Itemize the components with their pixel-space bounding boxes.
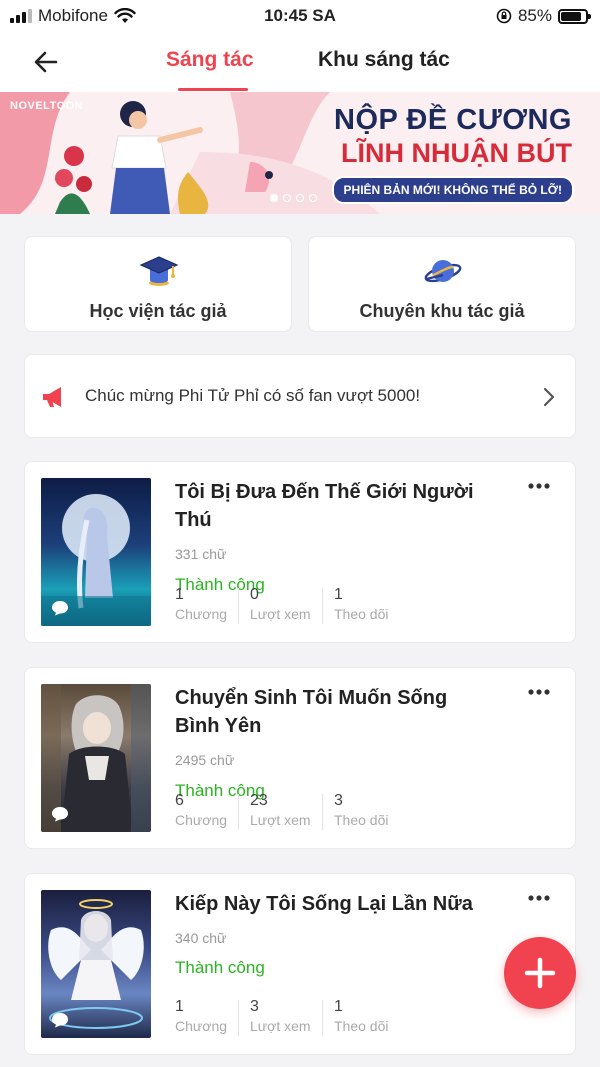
top-nav: Sáng tác Khu sáng tác bbox=[0, 32, 600, 92]
stat-followers: 3 Theo dõi bbox=[334, 792, 414, 828]
stat-value: 0 bbox=[250, 586, 259, 603]
plus-icon bbox=[524, 957, 556, 989]
planet-icon bbox=[424, 260, 462, 283]
book-title: Kiếp Này Tôi Sống Lại Lần Nữa bbox=[175, 893, 473, 915]
stat-label: Lượt xem bbox=[250, 1018, 311, 1034]
stat-views: 0 Lượt xem bbox=[250, 586, 330, 622]
book-cover bbox=[41, 684, 151, 832]
stat-divider bbox=[238, 1000, 239, 1036]
stat-followers: 1 Theo dõi bbox=[334, 586, 414, 622]
stat-chapters: 1 Chương bbox=[175, 586, 255, 622]
active-tab-indicator bbox=[178, 88, 248, 91]
carousel-dot[interactable] bbox=[283, 194, 291, 202]
book-title: Chuyển Sinh Tôi Muốn Sống Bình Yên bbox=[175, 687, 448, 737]
word-count: 2495 chữ bbox=[175, 752, 235, 768]
book-card[interactable]: Kiếp Này Tôi Sống Lại Lần Nữa 340 chữ Th… bbox=[24, 873, 576, 1055]
carousel-dot-active[interactable] bbox=[270, 194, 278, 202]
author-zone-card[interactable]: Chuyên khu tác giả bbox=[308, 236, 576, 332]
stat-value: 1 bbox=[334, 998, 343, 1015]
announcement-text: Chúc mừng Phi Tử Phỉ có số fan vượt 5000… bbox=[85, 386, 421, 405]
tab-sang-tac[interactable]: Sáng tác bbox=[166, 48, 254, 91]
comment-bubble-icon bbox=[52, 807, 68, 822]
back-arrow-icon[interactable] bbox=[30, 46, 62, 78]
stat-chapters: 1 Chương bbox=[175, 998, 255, 1034]
book-cover bbox=[41, 890, 151, 1038]
book-cover bbox=[41, 478, 151, 626]
stat-value: 3 bbox=[250, 998, 259, 1015]
battery-percent: 85% bbox=[517, 6, 552, 25]
carousel-dot[interactable] bbox=[296, 194, 304, 202]
stat-divider bbox=[322, 794, 323, 830]
more-options-icon[interactable] bbox=[527, 482, 551, 490]
stat-value: 6 bbox=[175, 792, 184, 809]
tab-label: Sáng tác bbox=[166, 48, 254, 71]
stat-value: 1 bbox=[175, 998, 184, 1015]
author-zone-label: Chuyên khu tác giả bbox=[359, 301, 525, 321]
stat-label: Lượt xem bbox=[250, 606, 311, 622]
carousel-dots bbox=[270, 194, 317, 202]
word-count: 331 chữ bbox=[175, 546, 227, 562]
banner-title: NỘP ĐỀ CƯƠNG bbox=[334, 104, 572, 136]
stat-divider bbox=[238, 588, 239, 624]
chevron-right-icon bbox=[543, 387, 555, 407]
book-card[interactable]: Tôi Bị Đưa Đến Thế Giới Người Thú 331 ch… bbox=[24, 461, 576, 643]
comment-bubble-icon bbox=[52, 601, 68, 616]
carousel-dot[interactable] bbox=[309, 194, 317, 202]
stat-label: Theo dõi bbox=[334, 812, 389, 828]
author-academy-label: Học viện tác giả bbox=[89, 301, 227, 321]
status-bar: Mobifone 10:45 SA 85% bbox=[0, 0, 600, 32]
stat-label: Chương bbox=[175, 812, 228, 828]
stat-divider bbox=[238, 794, 239, 830]
stat-label: Chương bbox=[175, 1018, 228, 1034]
megaphone-icon bbox=[43, 387, 61, 407]
book-card[interactable]: Chuyển Sinh Tôi Muốn Sống Bình Yên 2495 … bbox=[24, 667, 576, 849]
banner-badge: PHIÊN BẢN MỚI! KHÔNG THỂ BỎ LỠ! bbox=[331, 176, 574, 204]
comment-bubble-icon bbox=[52, 1013, 68, 1028]
stat-value: 1 bbox=[175, 586, 184, 603]
create-new-button[interactable] bbox=[504, 937, 576, 1009]
publish-status: Thành công bbox=[175, 958, 265, 977]
stat-views: 23 Lượt xem bbox=[250, 792, 330, 828]
noveltoon-logo: NOVELTOON bbox=[10, 100, 84, 112]
graduation-cap-icon bbox=[139, 256, 179, 286]
stat-label: Chương bbox=[175, 606, 228, 622]
stat-value: 23 bbox=[250, 792, 268, 809]
author-academy-card[interactable]: Học viện tác giả bbox=[24, 236, 292, 332]
orientation-lock-icon bbox=[496, 8, 512, 24]
battery-area: 85% bbox=[496, 6, 591, 26]
book-title: Tôi Bị Đưa Đến Thế Giới Người Thú bbox=[175, 481, 474, 531]
banner-subtitle: LĨNH NHUẬN BÚT bbox=[341, 138, 572, 168]
battery-icon bbox=[558, 8, 591, 24]
more-options-icon[interactable] bbox=[527, 688, 551, 696]
stat-followers: 1 Theo dõi bbox=[334, 998, 414, 1034]
stat-chapters: 6 Chương bbox=[175, 792, 255, 828]
tab-khu-sang-tac[interactable]: Khu sáng tác bbox=[318, 48, 450, 72]
stat-label: Theo dõi bbox=[334, 606, 389, 622]
stat-value: 1 bbox=[334, 586, 343, 603]
announcement-bar[interactable]: Chúc mừng Phi Tử Phỉ có số fan vượt 5000… bbox=[24, 354, 576, 438]
stat-value: 3 bbox=[334, 792, 343, 809]
stat-divider bbox=[322, 588, 323, 624]
promo-banner[interactable]: NOVELTOON NỘP ĐỀ CƯƠNG LĨNH NHUẬN BÚT PH… bbox=[0, 92, 600, 214]
stat-label: Lượt xem bbox=[250, 812, 311, 828]
stat-divider bbox=[322, 1000, 323, 1036]
stat-views: 3 Lượt xem bbox=[250, 998, 330, 1034]
stat-label: Theo dõi bbox=[334, 1018, 389, 1034]
word-count: 340 chữ bbox=[175, 930, 227, 946]
more-options-icon[interactable] bbox=[527, 894, 551, 902]
tab-label: Khu sáng tác bbox=[318, 48, 450, 71]
